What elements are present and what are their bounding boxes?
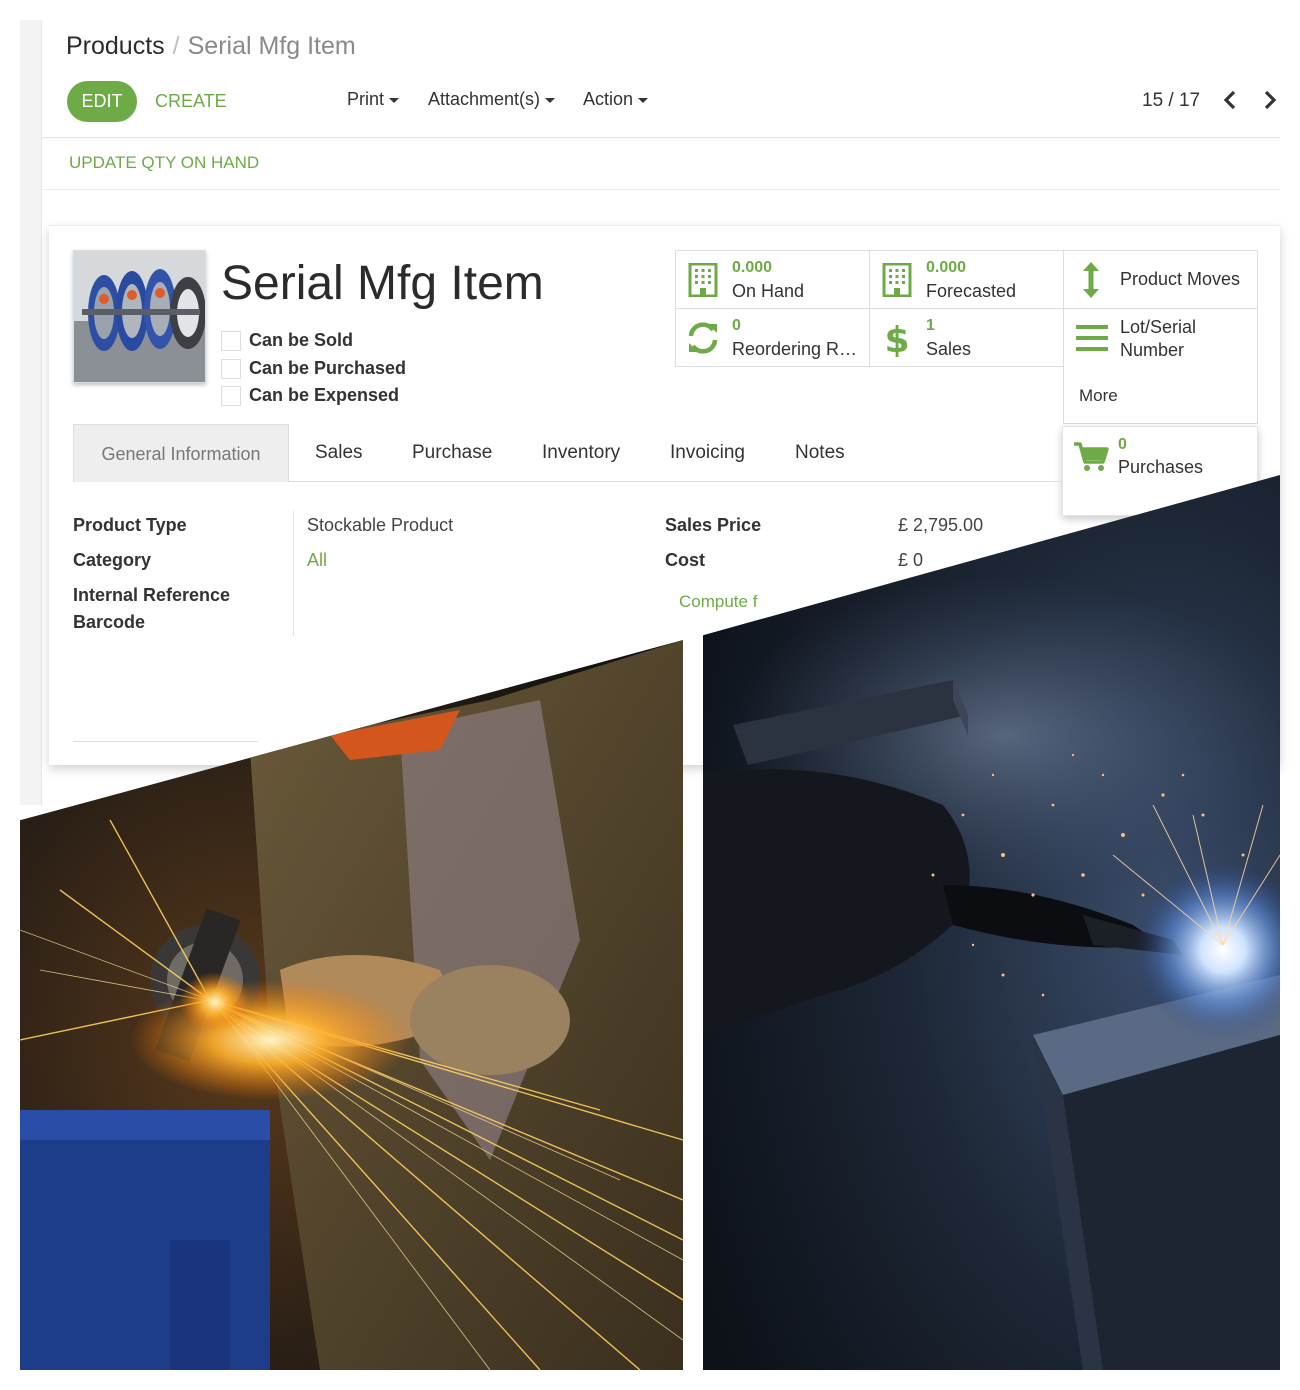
internal-reference-label: Internal Reference	[73, 585, 231, 605]
tab-general-information[interactable]: General Information	[73, 424, 289, 482]
category-link[interactable]: All	[307, 550, 327, 571]
action-dropdown[interactable]: Action	[583, 89, 649, 110]
chevron-left-icon[interactable]	[1220, 88, 1240, 112]
purchases-label: Purchases	[1118, 457, 1204, 477]
breadcrumb-separator: /	[172, 32, 180, 60]
checkbox[interactable]	[221, 358, 241, 379]
tab-sales[interactable]: Sales	[315, 424, 363, 482]
cost-label: Cost	[665, 550, 705, 570]
caret-down-icon	[638, 97, 649, 103]
form-statusbar: UPDATE QTY ON HAND	[42, 138, 1280, 190]
print-dropdown[interactable]: Print	[347, 89, 400, 110]
product-title[interactable]: Serial Mfg Item	[221, 256, 544, 311]
sales-price-value[interactable]: £ 2,795.00	[898, 515, 983, 536]
breadcrumb-current: Serial Mfg Item	[187, 32, 356, 60]
left-rail	[20, 20, 42, 805]
smart-buttons: 0.000 On Hand 0.000 Forecasted Product M…	[675, 250, 1258, 367]
sales-label: Sales	[926, 339, 972, 359]
reordering-button[interactable]: 0 Reordering R…	[676, 309, 870, 367]
bottom-divider	[73, 741, 258, 742]
product-moves-label: Product Moves	[1120, 269, 1241, 289]
product-moves-button[interactable]: Product Moves	[1064, 251, 1258, 309]
tab-notes[interactable]: Notes	[795, 424, 845, 482]
tab-inventory[interactable]: Inventory	[542, 424, 620, 482]
on-hand-label: On Hand	[732, 281, 805, 301]
notebook-tabs: General Information Sales Purchase Inven…	[73, 424, 1063, 482]
dollar-icon: $	[884, 320, 909, 357]
building-icon	[882, 263, 912, 297]
reordering-value: 0	[732, 317, 741, 334]
more-label: More	[1079, 386, 1118, 405]
action-label: Action	[583, 89, 634, 109]
caret-down-icon	[389, 97, 400, 103]
chevron-right-icon[interactable]	[1260, 88, 1280, 112]
cart-icon	[1074, 442, 1109, 471]
pager-value: 15 / 17	[1142, 90, 1201, 111]
sales-price-label: Sales Price	[665, 515, 762, 535]
breadcrumb: Products / Serial Mfg Item	[66, 32, 356, 61]
up-down-arrow-icon	[1083, 262, 1099, 298]
caret-down-icon	[545, 97, 556, 103]
forecasted-button[interactable]: 0.000 Forecasted	[870, 251, 1064, 309]
machine-image	[74, 251, 205, 382]
svg-text:$: $	[884, 320, 909, 357]
lot-serial-label-line2: Number	[1120, 340, 1185, 360]
more-button[interactable]: More	[1063, 366, 1258, 424]
on-hand-button[interactable]: 0.000 On Hand	[676, 251, 870, 309]
attachments-label: Attachment(s)	[428, 89, 541, 109]
building-icon	[688, 263, 718, 297]
forecasted-label: Forecasted	[926, 281, 1017, 301]
edit-button[interactable]: EDIT	[67, 81, 137, 122]
can-be-sold-checkbox[interactable]: Can be Sold	[221, 330, 353, 352]
print-label: Print	[347, 89, 385, 109]
reordering-label: Reordering R…	[732, 339, 858, 359]
purchases-value: 0	[1118, 436, 1127, 453]
can-be-expensed-checkbox[interactable]: Can be Expensed	[221, 385, 399, 407]
checkbox-label: Can be Purchased	[249, 358, 407, 378]
tab-invoicing[interactable]: Invoicing	[670, 424, 745, 482]
tab-purchase[interactable]: Purchase	[412, 424, 492, 482]
checkbox-label: Can be Sold	[249, 330, 354, 350]
sales-value: 1	[926, 317, 935, 334]
create-button[interactable]: CREATE	[155, 81, 227, 122]
control-panel: Products / Serial Mfg Item EDIT CREATE Pri…	[42, 20, 1280, 138]
category-label: Category	[73, 550, 152, 570]
checkbox-label: Can be Expensed	[249, 385, 400, 405]
breadcrumb-products[interactable]: Products	[66, 32, 165, 60]
product-type-label: Product Type	[73, 515, 187, 535]
checkbox[interactable]	[221, 385, 241, 406]
barcode-label: Barcode	[73, 612, 146, 632]
update-qty-button[interactable]: UPDATE QTY ON HAND	[69, 153, 259, 173]
compute-link[interactable]: Compute f	[679, 592, 757, 612]
refresh-icon	[688, 322, 718, 354]
product-type-value: Stockable Product	[307, 515, 454, 535]
lot-serial-label-line1: Lot/Serial	[1120, 317, 1197, 337]
can-be-purchased-checkbox[interactable]: Can be Purchased	[221, 358, 406, 380]
field-divider	[293, 511, 294, 636]
attachments-dropdown[interactable]: Attachment(s)	[428, 89, 556, 110]
forecasted-value: 0.000	[926, 259, 967, 276]
lot-serial-label: Lot/Serial Number	[1120, 316, 1196, 362]
list-icon	[1076, 325, 1108, 351]
sales-button[interactable]: $ 1 Sales	[870, 309, 1064, 367]
product-image[interactable]	[73, 250, 206, 383]
cost-value[interactable]: £ 0	[898, 550, 923, 571]
on-hand-value: 0.000	[732, 259, 773, 276]
lot-serial-button[interactable]: Lot/Serial Number	[1064, 309, 1258, 367]
checkbox[interactable]	[221, 330, 241, 351]
